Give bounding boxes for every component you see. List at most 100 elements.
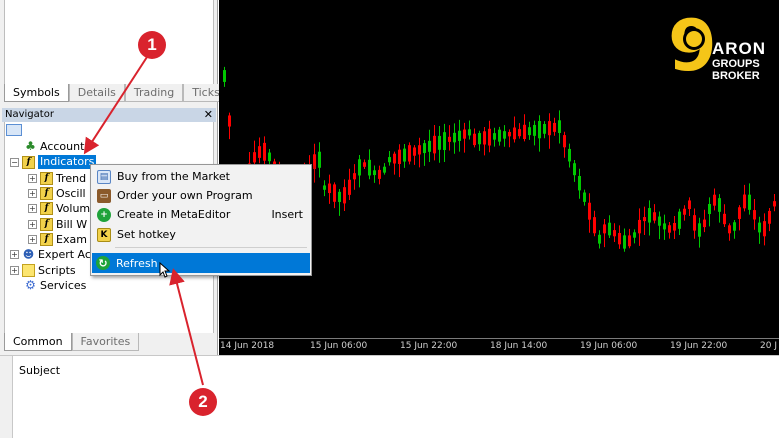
candle-body [223,70,226,82]
subject-column-header[interactable]: Subject [19,364,60,377]
candle-body [503,131,506,139]
candle-body [543,124,546,134]
expand-icon[interactable]: + [28,219,37,229]
menu-item-order-program[interactable]: ▭ Order your own Program [93,186,309,205]
tree-item-examples[interactable]: + f Exam [28,231,87,247]
expert-advisors-icon: ☻ [22,247,35,261]
candle-body [683,208,686,215]
expand-icon[interactable]: + [10,265,19,275]
candle-body [693,215,696,231]
tree-item-indicators[interactable]: − f Indicators [10,154,97,170]
candle-body [753,210,756,220]
tree-item-bill-williams[interactable]: + f Bill W [28,216,87,232]
logo-line-1: ARON [712,39,767,58]
indicators-icon: f [22,155,35,169]
indicator-folder-icon: f [40,201,53,215]
tree-item-oscillators[interactable]: + f Oscill [28,185,86,201]
candle-body [458,130,461,141]
tree-item-label: Volum [56,201,91,215]
menu-item-label: Buy from the Market [117,170,230,183]
indicator-folder-icon: f [40,186,53,200]
candle-body [743,194,746,209]
time-label: 15 Jun 06:00 [310,341,368,351]
close-icon[interactable]: ✕ [204,108,213,122]
logo-text: ARON GROUPS BROKER [712,39,767,83]
expand-icon[interactable]: + [28,203,37,213]
candle-body [728,225,731,234]
candle-body [523,124,526,139]
candle-body [318,151,321,168]
candle-body [403,148,406,162]
candle-body [633,232,636,238]
tree-item-label: Scripts [38,263,76,277]
tab-common[interactable]: Common [4,333,72,351]
menu-separator [115,247,307,248]
candle-body [368,159,371,176]
candle-body [593,217,596,234]
tab-trading[interactable]: Trading [124,84,184,102]
annotation-badge-1: 1 [138,31,166,59]
tree-item-services[interactable]: ⚙ Services [24,277,86,293]
candle-body [493,133,496,140]
tab-favorites[interactable]: Favorites [71,333,140,351]
mouse-cursor-icon [159,262,171,278]
annotation-badge-2: 2 [189,388,217,416]
candle-body [268,152,271,162]
accounts-icon: ♣ [25,139,36,153]
candle-body [583,192,586,202]
candle-body [748,194,751,210]
candle-body [578,175,581,191]
candle-body [333,184,336,202]
collapse-icon[interactable]: − [10,157,19,167]
candle-body [383,166,386,173]
tree-item-trend[interactable]: + f Trend [28,170,86,186]
candle-body [603,224,606,234]
indicator-folder-icon: f [40,171,53,185]
candle-body [438,135,441,150]
tree-item-label: Indicators [38,155,97,169]
refresh-icon: ↻ [96,256,110,270]
candle-body [618,233,621,245]
candle-body [553,122,556,132]
candle-body [658,216,661,226]
tab-symbols[interactable]: Symbols [4,84,69,102]
tree-item-scripts[interactable]: + Scripts [10,262,76,278]
navigator-root[interactable] [6,122,25,138]
expand-icon[interactable]: + [28,234,37,244]
candle-body [533,124,536,136]
candle-body [528,127,531,136]
tree-item-label: Oscill [56,186,86,200]
expand-icon[interactable]: + [10,249,19,259]
candle-body [323,185,326,190]
candle-body [613,230,616,237]
menu-item-label: Set hotkey [117,228,176,241]
tree-item-accounts[interactable]: ♣ Accounts [24,138,90,154]
time-label: 20 J [760,341,777,351]
candle-body [348,179,351,195]
candle-body [408,145,411,162]
menu-item-buy-market[interactable]: ▤ Buy from the Market [93,167,309,186]
candle-body [663,223,666,230]
tree-item-label: Accounts [40,139,91,153]
candle-body [378,169,381,179]
tree-item-volumes[interactable]: + f Volum [28,200,90,216]
navigator-header: Navigator ✕ [2,108,216,122]
menu-item-refresh[interactable]: ↻ Refresh [92,253,310,273]
candle-body [363,162,366,167]
tab-details[interactable]: Details [68,84,125,102]
candle-body [643,217,646,222]
menu-shortcut: Insert [271,208,303,221]
menu-item-create-metaeditor[interactable]: + Create in MetaEditor Insert [93,205,309,224]
services-icon: ⚙ [25,278,36,292]
expand-icon[interactable]: + [28,188,37,198]
candle-body [673,222,676,231]
candle-body [538,121,541,139]
context-menu: ▤ Buy from the Market ▭ Order your own P… [90,164,312,276]
navigator-tabs: Common Favorites [4,333,140,351]
expand-icon[interactable]: + [28,173,37,183]
candle-body [768,210,771,224]
candle-body [228,115,231,127]
menu-item-set-hotkey[interactable]: K Set hotkey [93,225,309,244]
broker-logo: 9 ARON GROUPS BROKER [668,11,778,84]
tree-item-expert-advisors[interactable]: + ☻ Expert Ac [10,246,91,262]
